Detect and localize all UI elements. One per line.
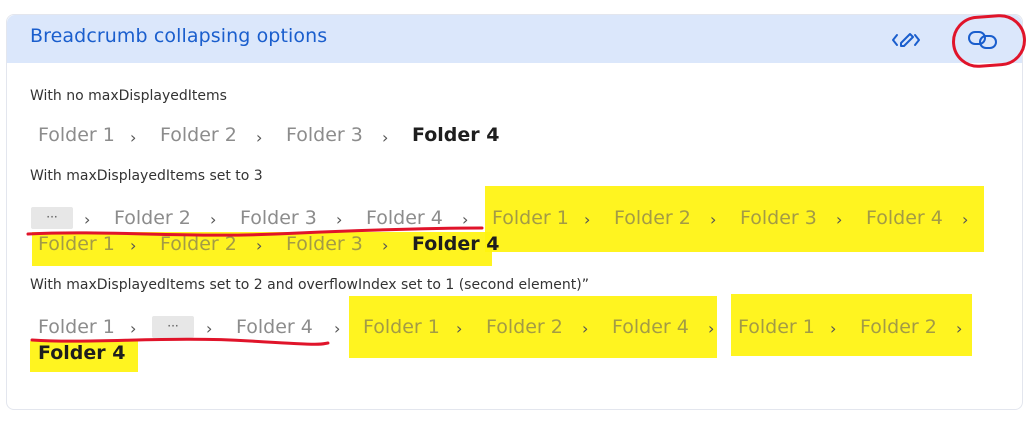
breadcrumb-link[interactable]: Folder 3 — [286, 233, 363, 255]
section-label-3: With maxDisplayedItems set to 2 and over… — [30, 277, 589, 293]
pen-code-icon — [892, 33, 920, 47]
breadcrumb-link[interactable]: Folder 1 — [38, 124, 115, 146]
chevron-right-icon: › — [130, 319, 137, 338]
chevron-right-icon: › — [956, 319, 963, 338]
chevron-right-icon: › — [84, 210, 91, 229]
breadcrumb-current: Folder 4 — [412, 124, 500, 146]
section-label-1: With no maxDisplayedItems — [30, 88, 227, 104]
chevron-right-icon: › — [830, 319, 837, 338]
breadcrumb-link[interactable]: Folder 2 — [614, 207, 691, 229]
breadcrumb-link[interactable]: Folder 4 — [612, 316, 689, 338]
copy-link-button[interactable] — [966, 25, 1000, 55]
chevron-right-icon: › — [382, 236, 389, 255]
chevron-right-icon: › — [462, 210, 469, 229]
breadcrumb-current: Folder 4 — [38, 342, 126, 364]
breadcrumb-current: Folder 4 — [412, 233, 500, 255]
chevron-right-icon: › — [708, 319, 715, 338]
breadcrumb-link[interactable]: Folder 3 — [240, 207, 317, 229]
breadcrumb-link[interactable]: Folder 1 — [38, 233, 115, 255]
chevron-right-icon: › — [210, 210, 217, 229]
breadcrumb-link[interactable]: Folder 1 — [492, 207, 569, 229]
breadcrumb-link[interactable]: Folder 3 — [740, 207, 817, 229]
chevron-right-icon: › — [962, 210, 969, 229]
breadcrumb-overflow-button[interactable]: ··· — [31, 207, 73, 229]
section-label-2: With maxDisplayedItems set to 3 — [30, 168, 263, 184]
breadcrumb-link[interactable]: Folder 2 — [114, 207, 191, 229]
breadcrumb-link[interactable]: Folder 4 — [366, 207, 443, 229]
chevron-right-icon: › — [334, 319, 341, 338]
breadcrumb-link[interactable]: Folder 1 — [38, 316, 115, 338]
breadcrumb-link[interactable]: Folder 2 — [160, 233, 237, 255]
chevron-right-icon: › — [256, 236, 263, 255]
breadcrumb-link[interactable]: Folder 1 — [363, 316, 440, 338]
chevron-right-icon: › — [582, 319, 589, 338]
chevron-right-icon: › — [130, 128, 137, 147]
breadcrumb-link[interactable]: Folder 4 — [236, 316, 313, 338]
chevron-right-icon: › — [336, 210, 343, 229]
edit-code-button[interactable] — [889, 25, 923, 55]
chevron-right-icon: › — [710, 210, 717, 229]
chevron-right-icon: › — [206, 319, 213, 338]
chevron-right-icon: › — [584, 210, 591, 229]
card-title: Breadcrumb collapsing options — [30, 25, 328, 47]
chevron-right-icon: › — [130, 236, 137, 255]
card-header: Breadcrumb collapsing options — [7, 15, 1022, 63]
breadcrumb-link[interactable]: Folder 4 — [866, 207, 943, 229]
breadcrumb-link[interactable]: Folder 3 — [286, 124, 363, 146]
breadcrumb-link[interactable]: Folder 1 — [738, 316, 815, 338]
link-icon — [968, 31, 997, 49]
chevron-right-icon: › — [382, 128, 389, 147]
chevron-right-icon: › — [836, 210, 843, 229]
breadcrumb-overflow-button[interactable]: ··· — [152, 316, 194, 338]
breadcrumb-link[interactable]: Folder 2 — [860, 316, 937, 338]
chevron-right-icon: › — [256, 128, 263, 147]
chevron-right-icon: › — [456, 319, 463, 338]
breadcrumb-link[interactable]: Folder 2 — [486, 316, 563, 338]
breadcrumb-link[interactable]: Folder 2 — [160, 124, 237, 146]
